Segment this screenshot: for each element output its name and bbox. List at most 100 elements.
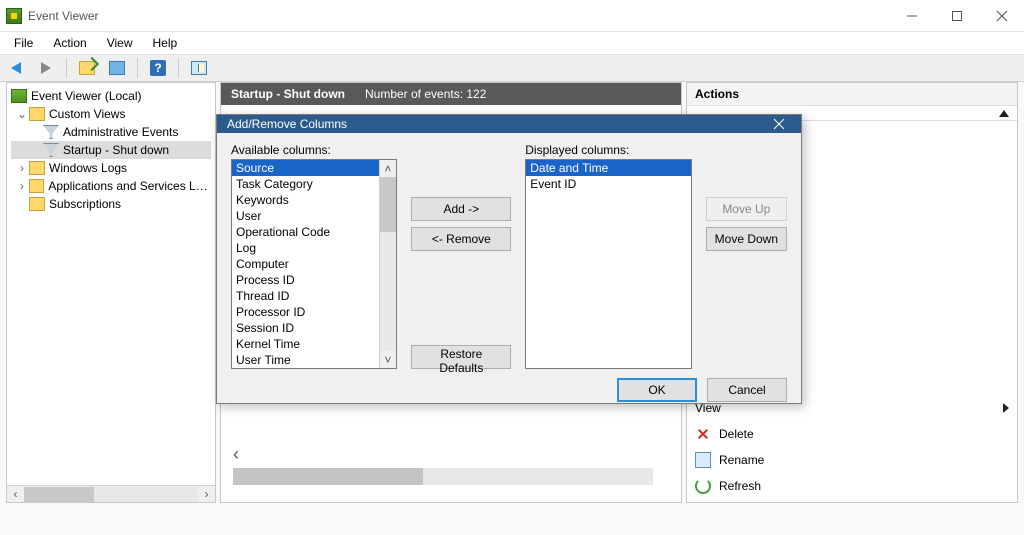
scroll-right-button[interactable]: ›: [198, 487, 215, 502]
content-bottom-strip: ‹: [233, 442, 669, 490]
tree-admin-events[interactable]: Administrative Events: [11, 123, 211, 141]
action-label: Delete: [719, 427, 754, 441]
available-column-item[interactable]: User: [232, 208, 379, 224]
restore-defaults-button[interactable]: Restore Defaults: [411, 345, 511, 369]
displayed-columns-section: Displayed columns: Date and TimeEvent ID: [525, 143, 691, 369]
tree-twisty[interactable]: ›: [15, 179, 29, 193]
available-column-item[interactable]: Processor ID: [232, 304, 379, 320]
actions-header: Actions: [687, 83, 1017, 106]
properties-button[interactable]: [105, 57, 129, 79]
available-column-item[interactable]: Kernel Time: [232, 336, 379, 352]
add-button[interactable]: Add ->: [411, 197, 511, 221]
available-column-item[interactable]: Session ID: [232, 320, 379, 336]
v-scrollbar[interactable]: ˄ ˅: [379, 160, 396, 368]
tree-startup-shutdown-label: Startup - Shut down: [63, 143, 169, 157]
available-column-item[interactable]: Computer: [232, 256, 379, 272]
tree-twisty[interactable]: ›: [15, 161, 29, 175]
toolbar-divider: [137, 58, 138, 78]
content-h-scrollbar[interactable]: [233, 468, 653, 485]
refresh-icon: [695, 478, 711, 494]
move-down-button[interactable]: Move Down: [706, 227, 787, 251]
dialog-title: Add/Remove Columns: [227, 117, 347, 131]
action-refresh[interactable]: Refresh: [695, 476, 1009, 496]
maximize-button[interactable]: [934, 1, 979, 31]
folder-icon: [29, 179, 45, 193]
available-column-item[interactable]: Operational Code: [232, 224, 379, 240]
menu-file[interactable]: File: [4, 34, 43, 52]
close-button[interactable]: [979, 1, 1024, 31]
available-column-item[interactable]: Task Category: [232, 176, 379, 192]
available-column-item[interactable]: Process ID: [232, 272, 379, 288]
action-pane-button[interactable]: [187, 57, 211, 79]
folder-icon: [29, 161, 45, 175]
scroll-up-button[interactable]: ˄: [380, 160, 395, 177]
action-rename[interactable]: Rename: [695, 450, 1009, 470]
scroll-track[interactable]: [380, 177, 396, 351]
scroll-thumb[interactable]: [380, 177, 396, 232]
tree-subscriptions[interactable]: Subscriptions: [11, 195, 211, 213]
toolbar-divider: [178, 58, 179, 78]
scroll-thumb[interactable]: [233, 468, 423, 485]
bottom-gap: [0, 505, 1024, 535]
scroll-down-button[interactable]: ˅: [380, 351, 395, 368]
tree-twisty[interactable]: ⌄: [15, 107, 29, 121]
chevron-left-icon[interactable]: ‹: [233, 444, 239, 465]
reorder-buttons: Move Up Move Down: [706, 143, 787, 369]
available-column-item[interactable]: User Time: [232, 352, 379, 368]
cancel-button[interactable]: Cancel: [707, 378, 787, 402]
tree-custom-views[interactable]: ⌄ Custom Views: [11, 105, 211, 123]
displayed-column-item[interactable]: Event ID: [526, 176, 690, 192]
menu-help[interactable]: Help: [143, 34, 188, 52]
delete-icon: [695, 426, 711, 442]
move-up-button[interactable]: Move Up: [706, 197, 787, 221]
dialog-close-button[interactable]: [765, 118, 793, 130]
tree-apps-services[interactable]: › Applications and Services Logs: [11, 177, 211, 195]
filter-icon: [43, 143, 59, 157]
scroll-track[interactable]: [24, 487, 198, 502]
dialog-titlebar[interactable]: Add/Remove Columns: [217, 115, 801, 133]
available-label: Available columns:: [231, 143, 397, 157]
scroll-left-button[interactable]: ‹: [7, 487, 24, 502]
properties-icon: [109, 61, 125, 75]
rename-icon: [695, 452, 711, 468]
displayed-columns-listbox[interactable]: Date and TimeEvent ID: [525, 159, 691, 369]
available-column-item[interactable]: Log: [232, 240, 379, 256]
displayed-label: Displayed columns:: [525, 143, 691, 157]
help-button[interactable]: ?: [146, 57, 170, 79]
folder-icon: [29, 107, 45, 121]
scroll-thumb[interactable]: [24, 487, 94, 502]
folder-icon: [79, 61, 95, 75]
available-column-item[interactable]: Thread ID: [232, 288, 379, 304]
pane-icon: [191, 61, 207, 75]
content-title: Startup - Shut down: [231, 87, 345, 101]
arrow-left-icon: [11, 62, 21, 74]
open-saved-log-button[interactable]: [75, 57, 99, 79]
action-label: Rename: [719, 453, 764, 467]
toolbar: ?: [0, 54, 1024, 82]
tree-subscriptions-label: Subscriptions: [49, 197, 121, 211]
tree-windows-logs[interactable]: › Windows Logs: [11, 159, 211, 177]
nav-h-scrollbar[interactable]: ‹ ›: [7, 485, 215, 502]
available-column-item[interactable]: Keywords: [232, 192, 379, 208]
remove-button[interactable]: <- Remove: [411, 227, 511, 251]
available-columns-listbox[interactable]: SourceTask CategoryKeywordsUserOperation…: [231, 159, 397, 369]
action-delete[interactable]: Delete: [695, 424, 1009, 444]
displayed-column-item[interactable]: Date and Time: [526, 160, 690, 176]
add-remove-columns-dialog: Add/Remove Columns Available columns: So…: [216, 114, 802, 404]
minimize-button[interactable]: [889, 1, 934, 31]
back-button[interactable]: [4, 57, 28, 79]
menu-action[interactable]: Action: [43, 34, 96, 52]
available-column-item[interactable]: Source: [232, 160, 379, 176]
navigation-pane: Event Viewer (Local) ⌄ Custom Views Admi…: [6, 82, 216, 503]
tree-view[interactable]: Event Viewer (Local) ⌄ Custom Views Admi…: [7, 83, 215, 485]
forward-button[interactable]: [34, 57, 58, 79]
arrow-right-icon: [41, 62, 51, 74]
app-icon: [6, 8, 22, 24]
tree-admin-events-label: Administrative Events: [63, 125, 178, 139]
tree-root[interactable]: Event Viewer (Local): [11, 87, 211, 105]
toolbar-divider: [66, 58, 67, 78]
tree-startup-shutdown[interactable]: Startup - Shut down: [11, 141, 211, 159]
ok-button[interactable]: OK: [617, 378, 697, 402]
event-viewer-icon: [11, 89, 27, 103]
menu-view[interactable]: View: [97, 34, 143, 52]
